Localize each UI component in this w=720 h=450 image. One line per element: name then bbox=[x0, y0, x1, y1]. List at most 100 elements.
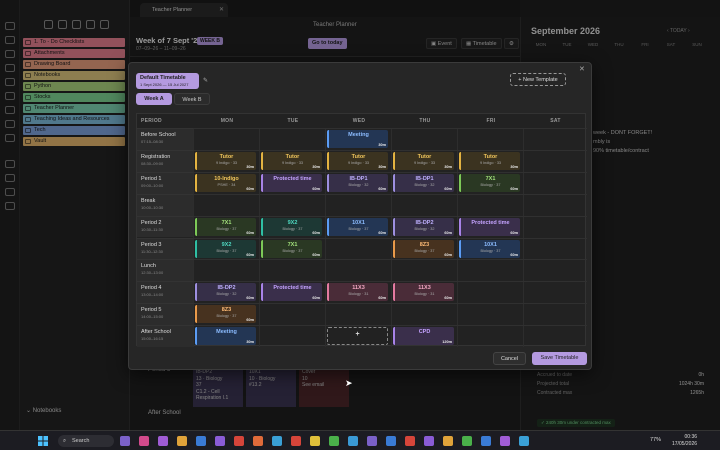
cell-title: Tutor bbox=[285, 153, 300, 160]
cell-duration: 30m bbox=[378, 164, 386, 169]
grid-divider bbox=[193, 149, 587, 151]
timetable-cell[interactable]: 7X1 Biology · 37 60m bbox=[195, 217, 256, 236]
cell-title: + bbox=[355, 331, 360, 339]
taskbar-app-icon[interactable] bbox=[272, 436, 282, 446]
period-name: After School bbox=[141, 329, 171, 336]
grid-divider bbox=[193, 193, 587, 195]
timetable-cell[interactable]: Protected time 60m bbox=[459, 217, 520, 236]
column-header: MON bbox=[220, 118, 234, 124]
add-slot-button[interactable]: + bbox=[327, 327, 388, 346]
taskbar-app-icon[interactable] bbox=[386, 436, 396, 446]
cell-title: 8Z3 bbox=[221, 307, 232, 314]
tab-week-a[interactable]: Week A bbox=[136, 93, 172, 105]
timetable-editor-modal: ✕ Default Timetable 1 Sept 2026 — 15 Jul… bbox=[128, 62, 592, 388]
timetable-cell[interactable]: Tutor 9 Indigo · 33 30m bbox=[393, 151, 454, 170]
taskbar-app-icon[interactable] bbox=[234, 436, 244, 446]
timetable-cell[interactable]: Protected time 60m bbox=[261, 173, 322, 192]
period-time: 11:30–12:30 bbox=[141, 248, 163, 254]
period-time: 09:00–10:00 bbox=[141, 182, 164, 188]
taskbar-app-icon[interactable] bbox=[481, 436, 491, 446]
cell-duration: 60m bbox=[378, 186, 386, 191]
grid-divider bbox=[193, 325, 587, 327]
cell-duration: 120m bbox=[442, 340, 452, 345]
cell-title: 7X1 bbox=[485, 175, 496, 182]
tab-week-b[interactable]: Week B bbox=[174, 93, 210, 105]
timetable-cell[interactable]: Tutor 9 Indigo · 33 30m bbox=[195, 151, 256, 170]
taskbar-app-icon[interactable] bbox=[500, 436, 510, 446]
cell-title: CPD bbox=[418, 329, 431, 336]
timetable-cell[interactable]: 9X2 Biology · 37 60m bbox=[195, 239, 256, 258]
timetable-cell[interactable]: IB-DP2 Biology · 32 60m bbox=[393, 217, 454, 236]
taskbar-app-icon[interactable] bbox=[348, 436, 358, 446]
clock[interactable]: 00:36 17/05/2026 bbox=[672, 434, 697, 448]
period-time: 12:30–13:00 bbox=[141, 270, 164, 276]
cell-duration: 60m bbox=[312, 252, 320, 257]
timetable-cell[interactable]: 10X1 Biology · 37 60m bbox=[459, 239, 520, 258]
timetable-cell[interactable]: 8Z3 Biology · 37 60m bbox=[195, 305, 256, 324]
new-template-button[interactable]: + New Template bbox=[510, 73, 566, 86]
taskbar-app-icon[interactable] bbox=[291, 436, 301, 446]
taskbar-app-icon[interactable] bbox=[367, 436, 377, 446]
timetable-cell[interactable]: 7X1 Biology · 37 60m bbox=[261, 239, 322, 258]
taskbar-app-icon[interactable] bbox=[215, 436, 225, 446]
pencil-icon[interactable]: ✎ bbox=[203, 77, 208, 84]
cell-duration: 30m bbox=[510, 164, 518, 169]
timetable-cell[interactable]: 11X3 Biology · 31 60m bbox=[393, 283, 454, 302]
taskbar-app-icon[interactable] bbox=[196, 436, 206, 446]
period-row-label: After School 15:00–16:15 bbox=[137, 325, 193, 347]
timetable-cell[interactable]: 10X1 Biology · 37 60m bbox=[327, 217, 388, 236]
grid-divider bbox=[193, 259, 587, 261]
timetable-cell[interactable]: IB-DP1 Biology · 32 60m bbox=[393, 173, 454, 192]
timetable-cell[interactable]: CPD 120m bbox=[393, 327, 454, 346]
timetable-cell[interactable]: Tutor 9 Indigo · 33 30m bbox=[459, 151, 520, 170]
period-time: 15:00–16:15 bbox=[141, 336, 164, 342]
clock-time: 00:36 bbox=[684, 434, 698, 440]
timetable-cell[interactable]: IB-DP1 Biology · 32 60m bbox=[327, 173, 388, 192]
taskbar-app-icon[interactable] bbox=[462, 436, 472, 446]
timetable-cell[interactable]: IB-DP2 Biology · 32 60m bbox=[195, 283, 256, 302]
timetable-cell[interactable]: Meeting 30m bbox=[195, 327, 256, 346]
close-icon[interactable]: ✕ bbox=[579, 65, 585, 73]
timetable-cell[interactable]: 10-Indigo PSHE · 34 60m bbox=[195, 173, 256, 192]
timetable-cell[interactable]: Protected time 60m bbox=[261, 283, 322, 302]
timetable-cell[interactable]: 9X2 Biology · 37 60m bbox=[261, 217, 322, 236]
timetable-cell[interactable]: Tutor 9 Indigo · 33 30m bbox=[327, 151, 388, 170]
column-header: WED bbox=[352, 118, 366, 124]
timetable-cell[interactable]: Tutor 9 Indigo · 33 30m bbox=[261, 151, 322, 170]
taskbar-app-icon[interactable] bbox=[310, 436, 320, 446]
timetable-cell[interactable]: 11X3 Biology · 31 60m bbox=[327, 283, 388, 302]
timetable-cell[interactable]: 8Z3 Biology · 37 60m bbox=[393, 239, 454, 258]
taskbar-search[interactable]: ⌕ Search bbox=[58, 435, 114, 447]
cell-title: 7X1 bbox=[287, 241, 298, 248]
cell-duration: 60m bbox=[312, 296, 320, 301]
template-selector[interactable]: Default Timetable 1 Sept 2026 — 15 Jul 2… bbox=[136, 73, 199, 89]
save-timetable-button[interactable]: Save Timetable bbox=[532, 352, 587, 365]
taskbar-app-icon[interactable] bbox=[443, 436, 453, 446]
timetable-cell[interactable]: Meeting 30m bbox=[327, 130, 388, 148]
period-name: Period 5 bbox=[141, 307, 162, 314]
taskbar-app-icon[interactable] bbox=[120, 436, 130, 446]
cell-duration: 30m bbox=[312, 164, 320, 169]
windows-start-icon[interactable] bbox=[38, 436, 48, 446]
period-row-label: Period 3 11:30–12:30 bbox=[137, 237, 193, 260]
period-name: Registration bbox=[141, 153, 171, 160]
cancel-button[interactable]: Cancel bbox=[493, 352, 526, 365]
search-placeholder: Search bbox=[72, 438, 90, 444]
period-name: Break bbox=[141, 197, 156, 204]
battery-indicator[interactable]: 77% bbox=[650, 437, 661, 443]
timetable-cell[interactable]: 7X1 Biology · 37 60m bbox=[459, 173, 520, 192]
timetable-grid: PERIOD MON TUE WED THU FRI SAT Before School 07:… bbox=[136, 113, 587, 388]
cell-duration: 60m bbox=[246, 318, 254, 323]
taskbar-app-icon[interactable] bbox=[519, 436, 529, 446]
period-row-label: Period 4 13:00–14:00 bbox=[137, 281, 193, 304]
taskbar-app-icon[interactable] bbox=[329, 436, 339, 446]
mouse-cursor-icon: ➤ bbox=[345, 378, 353, 388]
taskbar-app-icon[interactable] bbox=[158, 436, 168, 446]
taskbar-app-icon[interactable] bbox=[139, 436, 149, 446]
taskbar-app-icon[interactable] bbox=[405, 436, 415, 446]
taskbar-app-icon[interactable] bbox=[253, 436, 263, 446]
period-name: Period 1 bbox=[141, 175, 162, 182]
period-row-label: Break 10:00–10:30 bbox=[137, 193, 193, 216]
taskbar-app-icon[interactable] bbox=[177, 436, 187, 446]
taskbar-app-icon[interactable] bbox=[424, 436, 434, 446]
